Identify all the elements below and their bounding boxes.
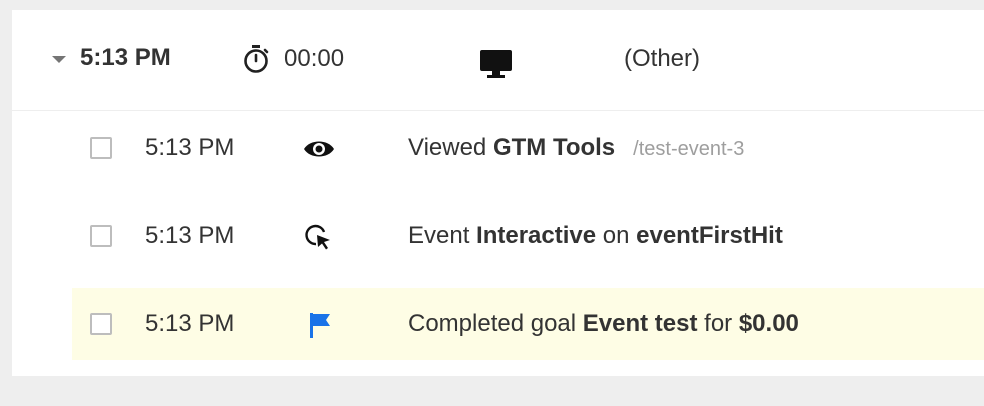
event-time: 5:13 PM xyxy=(145,134,235,161)
event-checkbox[interactable] xyxy=(90,137,112,159)
event-row: 5:13 PM Event Interactive on eventFirstH… xyxy=(12,200,984,272)
flag-icon xyxy=(310,313,330,338)
page-title: GTM Tools xyxy=(492,134,616,161)
event-category: Interactive xyxy=(476,222,597,249)
event-description: Completed goal Event test for $0.00 xyxy=(408,310,799,337)
page-path: /test-event-3 xyxy=(633,138,745,160)
stopwatch-icon xyxy=(244,45,269,73)
desktop-icon xyxy=(480,50,512,78)
event-time: 5:13 PM xyxy=(145,222,235,249)
cursor-click-icon xyxy=(305,224,330,250)
session-time: 5:13 PM xyxy=(80,44,171,71)
session-duration: 00:00 xyxy=(284,45,345,72)
event-description: Event Interactive on eventFirstHit xyxy=(408,222,783,249)
event-row: 5:13 PM Viewed GTM Tools/test-event-3 xyxy=(12,112,984,184)
goal-row: 5:13 PM Completed goal Event test for $0… xyxy=(72,288,984,360)
event-action: eventFirstHit xyxy=(636,222,783,249)
event-description: Viewed GTM Tools/test-event-3 xyxy=(408,134,745,161)
goal-value: $0.00 xyxy=(738,310,799,337)
session-card: 5:13 PM 00:00 (Other) 5:13 PM Viewed GTM… xyxy=(12,10,984,376)
traffic-source: (Other) xyxy=(624,45,701,72)
goal-name: Event test xyxy=(582,310,698,337)
event-time: 5:13 PM xyxy=(145,310,235,337)
collapse-caret-icon[interactable] xyxy=(52,56,66,63)
event-checkbox[interactable] xyxy=(90,313,112,335)
session-header[interactable]: 5:13 PM 00:00 (Other) xyxy=(12,10,984,111)
eye-icon xyxy=(304,141,334,157)
event-checkbox[interactable] xyxy=(90,225,112,247)
